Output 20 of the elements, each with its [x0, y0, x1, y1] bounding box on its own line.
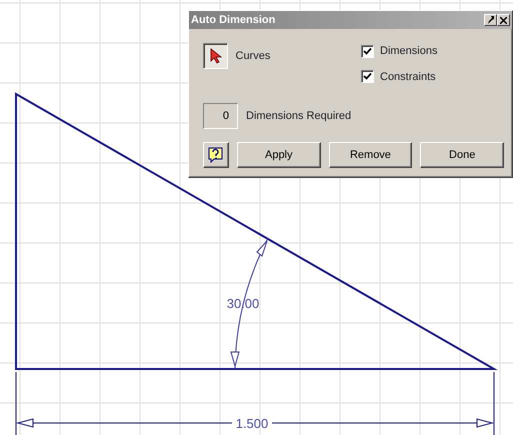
required-label: Dimensions Required — [246, 108, 352, 124]
length-dimension: 1.500 — [236, 416, 268, 431]
checkbox[interactable] — [361, 70, 374, 84]
pin-button[interactable] — [484, 14, 497, 26]
select-button[interactable] — [203, 43, 228, 69]
window-title: Auto Dimension — [191, 12, 276, 28]
close-button[interactable] — [497, 14, 510, 26]
count-field[interactable]: 0 — [203, 103, 238, 129]
help-icon — [208, 147, 224, 163]
checkbox[interactable] — [361, 44, 374, 58]
cursor-icon — [210, 48, 222, 64]
action-button[interactable]: Remove — [328, 142, 412, 168]
close-icon — [500, 16, 507, 24]
action-button[interactable]: Done — [420, 142, 504, 168]
action-button[interactable]: Apply — [236, 142, 321, 168]
curves-label: Curves — [236, 48, 270, 64]
checkbox-label: Dimensions — [380, 44, 438, 59]
pin-icon — [487, 16, 494, 24]
help-button[interactable] — [203, 142, 229, 168]
checkbox-label: Constraints — [380, 70, 436, 84]
